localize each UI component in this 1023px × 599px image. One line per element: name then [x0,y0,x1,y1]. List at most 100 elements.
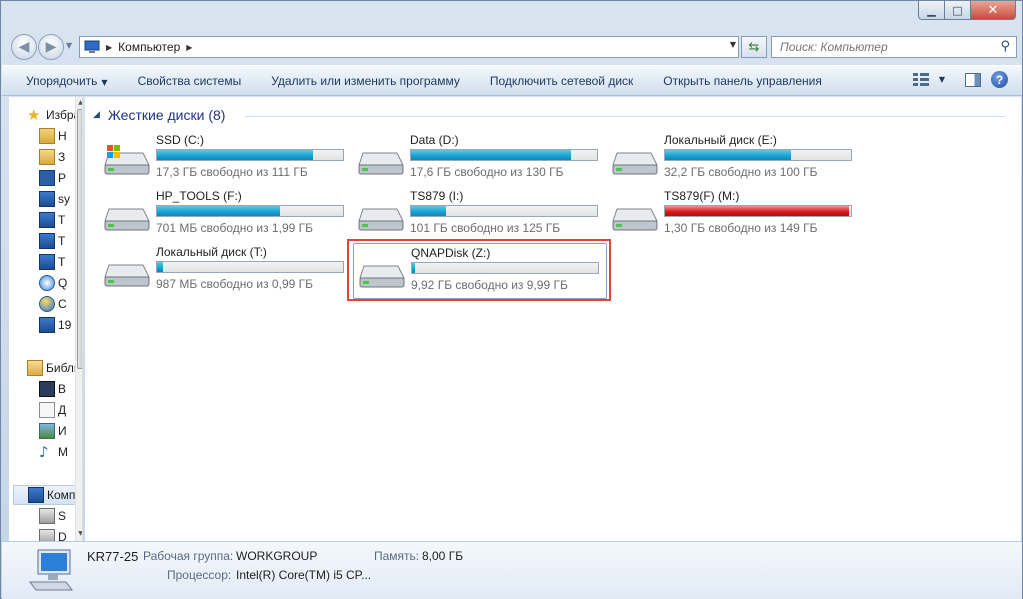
drive-free-space: 17,6 ГБ свободно из 130 ГБ [410,165,564,179]
nav-label: C [58,297,67,311]
command-bar: Упорядочить ▼ Свойства системы Удалить ил… [2,65,1022,96]
nav-label: D [58,530,67,541]
preview-pane-icon[interactable] [965,72,981,87]
memory-label: Память: [374,549,420,563]
scroll-down-icon[interactable]: ▼ [76,530,82,537]
uninstall-program-button[interactable]: Удалить или изменить программу [256,74,475,88]
image-icon [39,423,55,439]
drive-tile[interactable]: Data (D:) 17,6 ГБ свободно из 130 ГБ [353,131,607,187]
drive-usage-bar [156,205,344,217]
drive-free-space: 32,2 ГБ свободно из 100 ГБ [664,165,818,179]
globe-icon [39,296,55,312]
drive-icon [39,529,55,541]
navigation-scrollbar[interactable]: ▲ ▼ [75,97,82,541]
drive-usage-bar [410,205,598,217]
search-input[interactable] [780,40,980,54]
nav-label: S [58,509,67,523]
collapse-triangle-icon[interactable]: ◢ [93,110,100,120]
recent-pages-dropdown[interactable]: ▼ [66,41,72,50]
network-pc-icon [39,212,55,228]
hard-drive-icon [358,152,404,175]
nav-item-network-2[interactable]: T [39,210,65,230]
breadcrumb-computer[interactable]: Компьютер [118,40,180,54]
view-options-dropdown-icon[interactable]: ▼ [939,75,945,84]
cpu-value: Intel(R) Core(TM) i5 CP... [236,568,372,582]
refresh-button[interactable]: ⇆ [741,36,767,58]
change-view-icon[interactable] [912,72,929,87]
cpu-label: Процессор: [167,568,232,582]
downloads-icon [39,128,55,144]
desktop-icon [39,170,55,186]
back-button[interactable]: ◀ [11,34,37,60]
breadcrumb-separator-icon[interactable]: ▶ [186,43,192,52]
drive-tile[interactable]: Локальный диск (E:) 32,2 ГБ свободно из 1… [607,131,861,187]
drive-tile[interactable]: HP_TOOLS (F:) 701 МБ свободно из 1,99 ГБ [99,187,353,243]
content-area: ◢ Жесткие диски (8) SSD (C:) 17,3 ГБ своб… [85,97,1021,541]
nav-item-network-5[interactable]: 19 [39,315,71,335]
drive-name: SSD (C:) [156,133,204,147]
close-button[interactable]: ✕ [971,1,1016,20]
music-icon: ♪ [39,443,49,461]
search-icon[interactable]: ⚲ [1000,39,1010,54]
star-icon: ★ [27,106,41,124]
nav-item-sync[interactable]: Q [39,273,67,293]
organize-label: Упорядочить [26,73,98,88]
nav-item-documents[interactable]: Д [39,400,66,420]
drive-tile[interactable]: Локальный диск (T:) 987 МБ свободно из 0,… [99,243,353,299]
nav-item-network-1[interactable]: sy [39,189,70,209]
nav-label: Н [58,129,67,143]
drive-usage-bar [156,149,344,161]
map-network-drive-button[interactable]: Подключить сетевой диск [475,74,648,88]
nav-label: В [58,382,67,396]
computer-name: KR77-25 [87,549,139,564]
nav-item-network-3[interactable]: T [39,231,65,251]
nav-item-music[interactable]: ♪ М [39,442,68,462]
nav-item-downloads[interactable]: Н [39,126,67,146]
drive-tile[interactable]: TS879(F) (M:) 1,30 ГБ свободно из 149 ГБ [607,187,861,243]
nav-item-globe[interactable]: C [39,294,67,314]
nav-label: З [58,150,66,164]
scroll-up-icon[interactable]: ▲ [76,99,82,106]
nav-computer[interactable]: Компьютер [13,485,82,505]
forward-button[interactable]: ▶ [38,34,64,60]
system-properties-button[interactable]: Свойства системы [123,74,257,88]
breadcrumb-separator-icon[interactable]: ▶ [106,43,112,52]
drive-tile[interactable]: TS879 (I:) 101 ГБ свободно из 125 ГБ [353,187,607,243]
document-icon [39,402,55,418]
open-control-panel-button[interactable]: Открыть панель управления [648,74,837,88]
maximize-button[interactable]: □ [945,1,971,20]
organize-button[interactable]: Упорядочить ▼ [2,74,123,88]
drive-usage-bar [664,149,852,161]
scrollbar-thumb[interactable] [77,109,82,369]
drive-name: TS879(F) (M:) [664,189,740,203]
address-bar[interactable]: ▶ Компьютер ▶ ▼ [79,36,739,58]
sync-icon [39,275,55,291]
command-bar-right: ▼ ? [912,71,1008,88]
back-arrow-icon: ◀ [18,39,30,55]
hard-drive-icon [612,208,658,231]
nav-label: Д [58,403,67,417]
nav-item-drive-d[interactable]: D [39,527,67,541]
minimize-button[interactable]: ▁ [918,1,945,20]
computer-icon [28,487,44,503]
drive-name: TS879 (I:) [410,189,464,203]
network-pc-icon [39,233,55,249]
drive-usage-fill [157,206,280,216]
help-icon[interactable]: ? [991,71,1008,88]
drive-free-space: 701 МБ свободно из 1,99 ГБ [156,221,313,235]
nav-label: T [58,255,66,269]
hard-drive-icon [358,208,404,231]
nav-item-desktop[interactable]: Р [39,168,66,188]
nav-label: T [58,234,66,248]
address-dropdown-icon[interactable]: ▼ [730,40,736,49]
search-box[interactable]: ⚲ [771,36,1017,58]
nav-item-video[interactable]: В [39,379,66,399]
group-header[interactable]: ◢ Жесткие диски (8) [93,107,225,123]
nav-item-network-4[interactable]: T [39,252,65,272]
drive-tile[interactable]: SSD (C:) 17,3 ГБ свободно из 111 ГБ [99,131,353,187]
navigation-pane: ★Избранное Н З Р sy T T T Q C 19 Библиот… [9,97,83,541]
nav-item-folder[interactable]: З [39,147,65,167]
nav-item-images[interactable]: И [39,421,67,441]
drive-name: Локальный диск (E:) [664,133,777,147]
nav-item-drive-s[interactable]: S [39,506,66,526]
